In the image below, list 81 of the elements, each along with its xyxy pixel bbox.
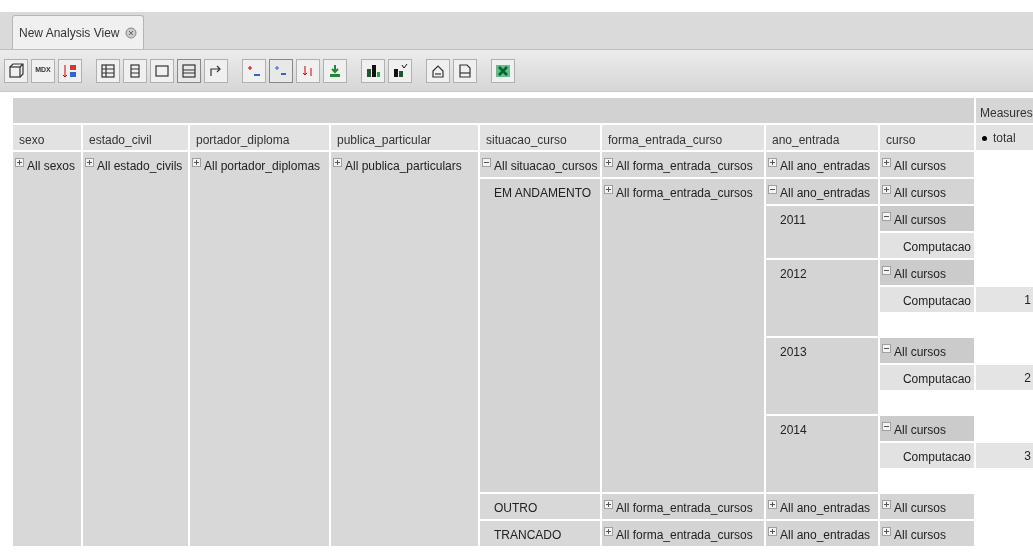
member-cell[interactable]: All publica_particulars [331,152,478,546]
member-cell: EM ANDAMENTO [480,179,600,492]
swap-axes-icon[interactable] [204,58,228,83]
close-icon[interactable] [124,26,137,39]
column-header[interactable]: publica_particular [331,125,478,150]
excel-icon[interactable] [491,58,515,83]
member-cell: Computacao [880,365,974,390]
expand-icon[interactable] [604,527,613,536]
measure-header[interactable]: total [976,125,1033,150]
member-cell: 2011 [766,206,878,258]
member-cell: Computacao [880,233,974,258]
member-cell: TRANCADO [480,521,600,546]
expand-icon[interactable] [768,527,777,536]
measures-label: Measures [976,98,1033,123]
member-cell[interactable]: All cursos [880,521,974,546]
expand-icon[interactable] [882,500,891,509]
expand-icon[interactable] [768,158,777,167]
collapse-icon[interactable] [882,344,891,353]
bar-chart-icon[interactable] [361,58,385,83]
expand-icon[interactable] [604,185,613,194]
member-cell[interactable]: All ano_entradas [766,152,878,177]
sort-icon[interactable] [58,58,82,83]
value-cell: 1 [976,287,1033,312]
collapse-icon[interactable] [768,185,777,194]
column-header[interactable]: estado_civil [83,125,188,150]
member-cell[interactable]: All cursos [880,338,974,363]
value-cell: 3 [976,443,1033,468]
member-cell[interactable]: All ano_entradas [766,179,878,204]
value-cell: 2 [976,365,1033,390]
member-cell: 2012 [766,260,878,336]
table-split-icon[interactable] [177,58,201,83]
member-cell: 2014 [766,416,878,492]
member-cell[interactable]: All cursos [880,179,974,204]
columns-icon[interactable] [123,58,147,83]
expand-icon[interactable] [768,500,777,509]
column-header[interactable]: portador_diploma [190,125,329,150]
document-icon[interactable] [453,58,477,83]
member-cell: OUTRO [480,494,600,519]
member-cell: Computacao [880,443,974,468]
expand-icon[interactable] [192,158,201,167]
frame-icon[interactable] [150,58,174,83]
member-cell: Computacao [880,287,974,312]
column-header[interactable]: situacao_curso [480,125,600,150]
collapse-icon[interactable] [882,422,891,431]
member-cell[interactable]: All forma_entrada_cursos [602,494,764,519]
collapse-icon[interactable] [882,212,891,221]
member-cell[interactable]: All forma_entrada_cursos [602,521,764,546]
member-cell[interactable]: All forma_entrada_cursos [602,152,764,177]
expand-icon[interactable] [333,158,342,167]
cube-button[interactable] [4,58,28,83]
column-header[interactable]: forma_entrada_curso [602,125,764,150]
member-cell[interactable]: All cursos [880,494,974,519]
column-header[interactable]: ano_entrada [766,125,878,150]
chart-settings-icon[interactable] [388,58,412,83]
member-cell[interactable]: All situacao_cursos [480,152,600,177]
table-layout-icon[interactable] [96,58,120,83]
expand-icon[interactable] [604,158,613,167]
member-cell[interactable]: All estado_civils [83,152,188,546]
expand-icon[interactable] [604,500,613,509]
member-cell[interactable]: All sexos [13,152,81,546]
measure-label: total [993,130,1016,147]
expand-icon[interactable] [882,158,891,167]
member-cell[interactable]: All forma_entrada_cursos [602,179,764,492]
column-header[interactable]: curso [880,125,974,150]
expand-icon[interactable] [15,158,24,167]
expand-icon[interactable] [85,158,94,167]
drill-through-icon[interactable] [323,58,347,83]
member-cell[interactable]: All cursos [880,152,974,177]
expand-icon[interactable] [882,527,891,536]
collapse-icon[interactable] [882,266,891,275]
collapse-icon[interactable] [482,158,491,167]
member-cell[interactable]: All ano_entradas [766,521,878,546]
column-header[interactable]: sexo [13,125,81,150]
member-cell[interactable]: All cursos [880,206,974,231]
member-cell[interactable]: All cursos [880,416,974,441]
member-cell[interactable]: All ano_entradas [766,494,878,519]
expand-icon[interactable] [882,185,891,194]
member-cell[interactable]: All portador_diplomas [190,152,329,546]
member-cell[interactable]: All cursos [880,260,974,285]
member-cell: 2013 [766,338,878,414]
view-tab[interactable]: New Analysis View [12,15,144,49]
